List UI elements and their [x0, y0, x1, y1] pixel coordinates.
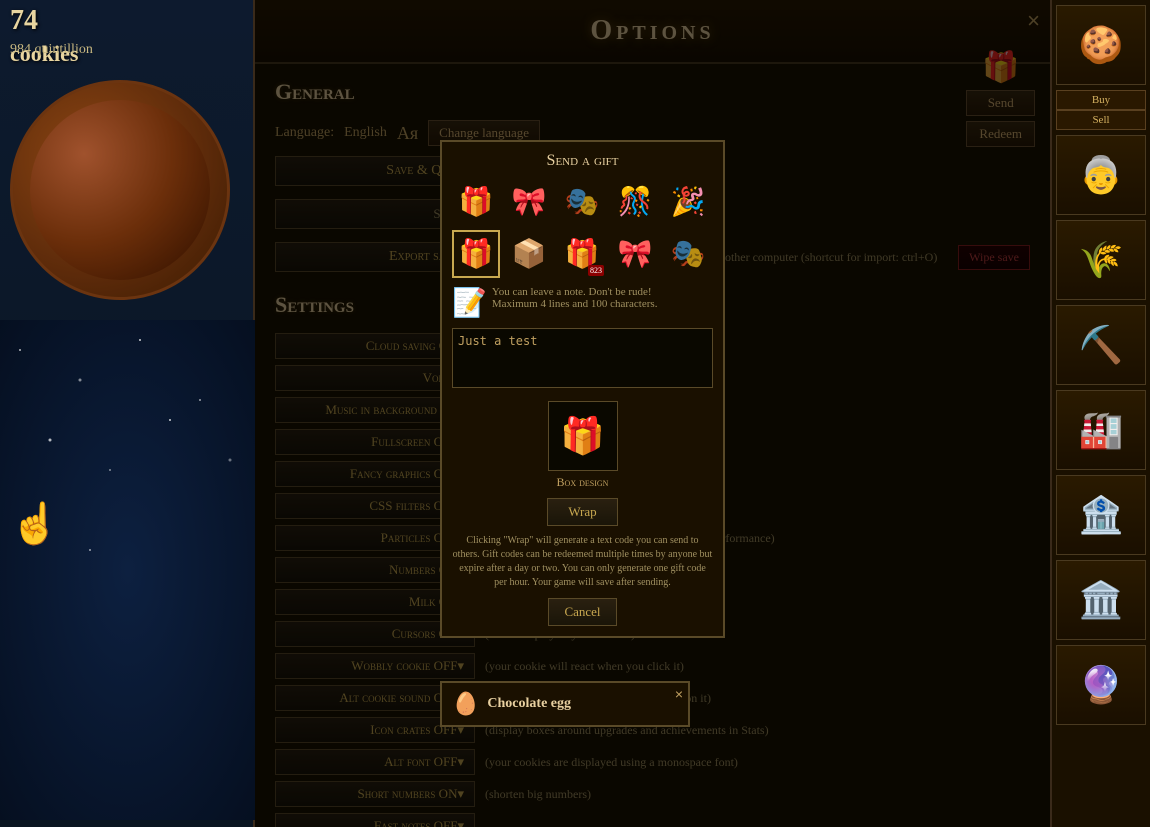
- right-item-grandma[interactable]: 👵: [1056, 135, 1146, 215]
- buy-sell-controls: Buy Sell: [1056, 90, 1146, 130]
- gift-item-2[interactable]: 🎭: [558, 178, 606, 226]
- stars-svg: [0, 320, 255, 820]
- bank-icon: 🏦: [1079, 494, 1124, 536]
- cookie-shop-icon: 🍪: [1079, 24, 1124, 66]
- gift-badge: 823: [588, 265, 604, 276]
- gift-item-5[interactable]: 🎁: [452, 230, 500, 278]
- toast-icon: 🥚: [452, 691, 479, 717]
- gift-item-1[interactable]: 🎀: [505, 178, 553, 226]
- background-stars: [0, 320, 255, 820]
- grandma-icon: 👵: [1079, 154, 1124, 196]
- right-item-mine[interactable]: ⛏️: [1056, 305, 1146, 385]
- right-item-bank[interactable]: 🏦: [1056, 475, 1146, 555]
- cookie-subcount: 984 quintillion: [10, 42, 93, 58]
- gift-note-area: 📝 You can leave a note. Don't be rude! M…: [452, 286, 713, 320]
- temple-icon: 🏛️: [1079, 579, 1124, 621]
- cookie-button[interactable]: [10, 80, 230, 300]
- sell-button[interactable]: Sell: [1056, 110, 1146, 130]
- wrap-description: Clicking "Wrap" will generate a text cod…: [452, 534, 713, 590]
- note-icon: 📝: [452, 286, 487, 320]
- gift-item-6[interactable]: 📦: [505, 230, 553, 278]
- toast-close-button[interactable]: ×: [675, 686, 683, 702]
- gift-grid: 🎁 🎀 🎭 🎊 🎉 🎁 📦 🎁 823 🎀 🎭: [452, 178, 713, 278]
- toast-notification: 🥚 Chocolate egg ×: [440, 681, 690, 727]
- cookie-count: 74 cookies: [10, 5, 78, 69]
- right-item-farm[interactable]: 🌾: [1056, 220, 1146, 300]
- right-item-wizard[interactable]: 🔮: [1056, 645, 1146, 725]
- mine-icon: ⛏️: [1079, 324, 1124, 366]
- gift-note-textarea[interactable]: Just a test: [452, 328, 713, 388]
- box-design-preview[interactable]: 🎁: [548, 401, 618, 471]
- box-design-area: 🎁 Box design: [452, 401, 713, 490]
- gift-item-9[interactable]: 🎭: [664, 230, 712, 278]
- toast-content: Chocolate egg: [487, 696, 571, 712]
- cancel-button[interactable]: Cancel: [548, 598, 616, 626]
- gift-item-7[interactable]: 🎁 823: [558, 230, 606, 278]
- toast-title: Chocolate egg: [487, 696, 571, 712]
- left-panel: 74 cookies 984 quintillion ☝: [0, 0, 255, 827]
- gift-dialog-title: Send a gift: [452, 152, 713, 170]
- right-item-factory[interactable]: 🏭: [1056, 390, 1146, 470]
- gift-item-4[interactable]: 🎉: [664, 178, 712, 226]
- gift-note-text: You can leave a note. Don't be rude! Max…: [492, 286, 713, 310]
- right-item-temple[interactable]: 🏛️: [1056, 560, 1146, 640]
- hand-cursor-icon: ☝: [10, 500, 60, 547]
- farm-icon: 🌾: [1079, 239, 1124, 281]
- factory-icon: 🏭: [1079, 409, 1124, 451]
- right-sidebar: 🍪 Buy Sell 👵 🌾 ⛏️ 🏭 🏦 🏛️ 🔮: [1050, 0, 1150, 827]
- buy-button[interactable]: Buy: [1056, 90, 1146, 110]
- gift-item-3[interactable]: 🎊: [611, 178, 659, 226]
- box-design-label: Box design: [557, 475, 609, 490]
- wizard-icon: 🔮: [1079, 664, 1124, 706]
- gift-item-0[interactable]: 🎁: [452, 178, 500, 226]
- gift-dialog: Send a gift 🎁 🎀 🎭 🎊 🎉 🎁 📦 🎁 823 🎀 🎭 📝 Yo…: [440, 140, 725, 638]
- wrap-button[interactable]: Wrap: [547, 498, 617, 526]
- cookie-texture: [13, 83, 227, 297]
- gift-item-8[interactable]: 🎀: [611, 230, 659, 278]
- right-item-cookie[interactable]: 🍪: [1056, 5, 1146, 85]
